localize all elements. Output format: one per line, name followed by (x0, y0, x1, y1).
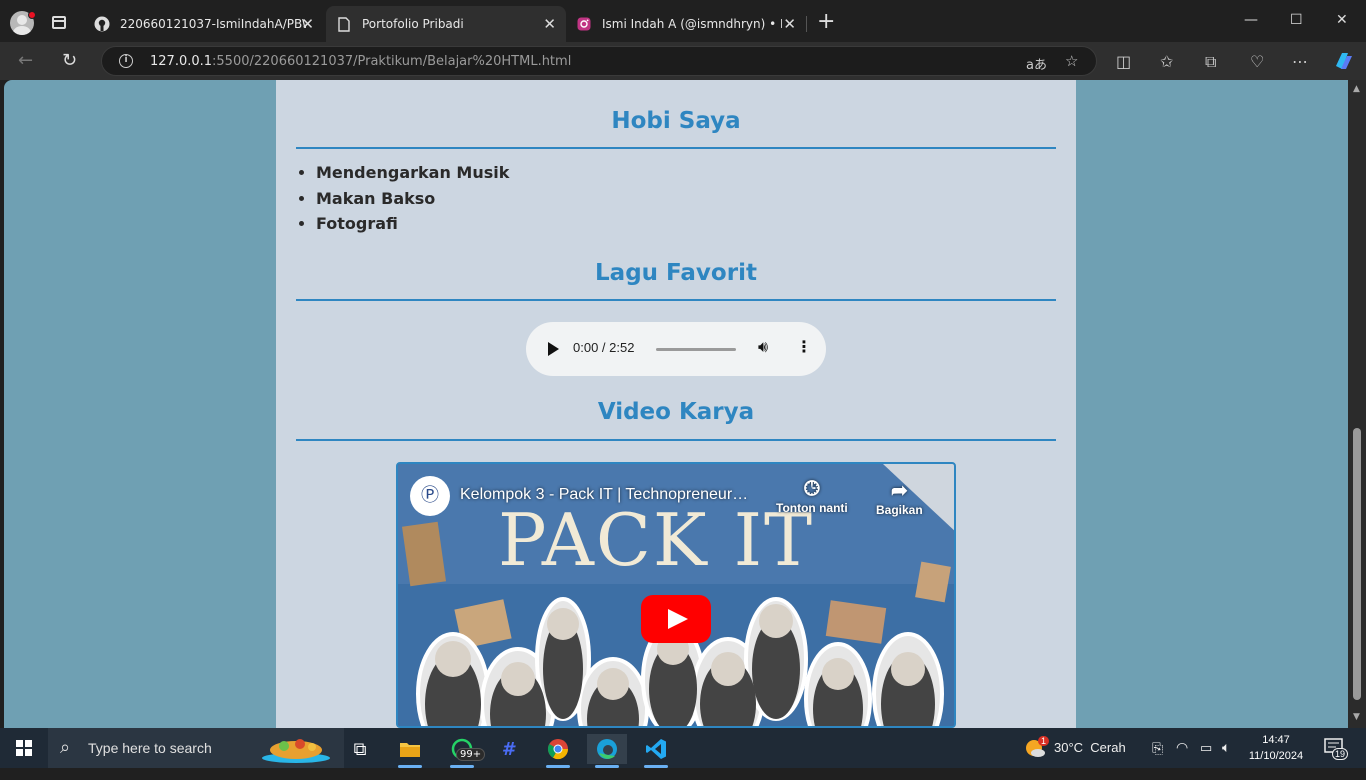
more-options-icon[interactable]: ⋮ (796, 337, 812, 356)
maximize-icon[interactable]: ☐ (1290, 12, 1303, 28)
split-screen-icon[interactable]: ◫ (1116, 52, 1131, 71)
file-explorer-icon[interactable] (390, 734, 430, 768)
list-item: Fotografi (316, 211, 509, 237)
hobby-heading: Hobi Saya (611, 108, 741, 134)
audio-player[interactable]: 0:00 / 2:52 🔊︎ ⋮ (526, 322, 826, 376)
weather-text: 30°C Cerah (1054, 740, 1126, 755)
settings-more-icon[interactable]: ⋯ (1292, 52, 1308, 71)
vertical-scrollbar[interactable]: ▲ ▼ (1348, 80, 1366, 728)
collections-icon[interactable]: ⧉ (1205, 52, 1216, 72)
list-item: Makan Bakso (316, 186, 509, 212)
site-info-icon[interactable]: i (119, 54, 133, 68)
audio-seek-bar[interactable] (656, 348, 736, 351)
scrollbar-thumb[interactable] (1353, 428, 1361, 700)
whatsapp-icon[interactable]: 99+ (442, 734, 486, 768)
volume-icon[interactable]: 🔊︎ (758, 337, 768, 357)
edge-icon[interactable] (587, 734, 627, 768)
youtube-embed[interactable]: PACK IT Ⓟ Kelompok 3 - Pack IT | Technop… (396, 462, 956, 728)
share-button[interactable]: ➦ Bagikan (876, 478, 923, 517)
vscode-icon[interactable] (636, 734, 676, 768)
new-tab-button[interactable]: + (817, 11, 835, 33)
meet-now-icon[interactable]: ⎘ (1152, 740, 1163, 780)
close-icon[interactable]: ✕ (301, 15, 314, 33)
clock-icon: 🕒︎ (803, 478, 820, 500)
page-icon (336, 16, 352, 32)
chrome-icon[interactable] (538, 734, 578, 768)
volume-tray-icon[interactable]: 🔈︎ (1222, 739, 1230, 779)
search-icon: ⌕ (60, 737, 71, 758)
scroll-down-icon[interactable]: ▼ (1353, 712, 1360, 722)
video-title[interactable]: Kelompok 3 - Pack IT | Technopreneur… (460, 486, 748, 504)
tab-portofolio[interactable]: Portofolio Pribadi ✕ (326, 6, 566, 42)
tab-instagram[interactable]: Ismi Indah A (@ismndhryn) • Insta ✕ (566, 6, 806, 42)
close-icon[interactable]: ✕ (783, 15, 796, 33)
github-icon (94, 16, 110, 32)
play-icon[interactable] (548, 342, 559, 356)
back-icon[interactable]: ← (18, 50, 33, 71)
windows-taskbar: ⌕ Type here to search ⧉ 99+ # 1 30°C Cer… (0, 728, 1366, 768)
app-hash-icon[interactable]: # (488, 734, 528, 764)
refresh-icon[interactable]: ↻ (62, 50, 77, 71)
tab-title: 220660121037-IsmiIndahA/PBW-I (120, 17, 306, 31)
instagram-icon (576, 16, 592, 32)
channel-avatar[interactable]: Ⓟ (410, 476, 450, 516)
list-item: Mendengarkan Musik (316, 160, 509, 186)
url-text[interactable]: 127.0.0.1:5500/220660121037/Praktikum/Be… (150, 54, 571, 69)
browser-essentials-icon[interactable]: ♡ (1250, 52, 1264, 71)
address-bar[interactable]: i 127.0.0.1:5500/220660121037/Praktikum/… (101, 46, 1097, 76)
music-divider (296, 299, 1056, 301)
video-heading: Video Karya (597, 399, 755, 425)
minimize-icon[interactable]: — (1244, 12, 1258, 28)
page-viewport: Hobi Saya Mendengarkan Musik Makan Bakso… (4, 80, 1348, 728)
weather-badge: 1 (1038, 736, 1050, 746)
browser-titlebar: 220660121037-IsmiIndahA/PBW-I ✕ Portofol… (0, 0, 1366, 42)
favorites-icon[interactable]: ✩ (1160, 52, 1173, 71)
task-view-icon[interactable]: ⧉ (340, 734, 380, 764)
video-divider (296, 439, 1056, 441)
system-clock[interactable]: 14:47 11/10/2024 (1244, 732, 1308, 764)
whatsapp-badge: 99+ (456, 748, 486, 761)
tab-actions-icon[interactable] (52, 16, 66, 29)
battery-icon[interactable]: ▭ (1200, 740, 1212, 780)
content-container: Hobi Saya Mendengarkan Musik Makan Bakso… (276, 80, 1076, 728)
windows-start-icon[interactable] (16, 740, 32, 756)
hobby-divider (296, 147, 1056, 149)
notification-badge: 19 (1332, 748, 1349, 760)
music-heading: Lagu Favorit (595, 260, 757, 286)
notification-center-icon[interactable]: 19 (1324, 738, 1349, 778)
browser-toolbar: ← ↻ i 127.0.0.1:5500/220660121037/Prakti… (0, 42, 1366, 80)
close-icon[interactable]: ✕ (543, 15, 556, 33)
taskbar-search[interactable]: ⌕ Type here to search (48, 728, 344, 768)
audio-time: 0:00 / 2:52 (573, 340, 635, 355)
scroll-up-icon[interactable]: ▲ (1353, 84, 1360, 94)
tab-separator (806, 16, 807, 32)
watch-later-button[interactable]: 🕒︎ Tonton nanti (776, 478, 848, 515)
profile-status-dot (28, 11, 36, 19)
video-poster-text: PACK IT (498, 498, 815, 582)
tab-title: Ismi Indah A (@ismndhryn) • Insta (602, 17, 782, 31)
copilot-icon[interactable] (1332, 50, 1354, 76)
share-icon: ➦ (890, 480, 908, 502)
tab-title: Portofolio Pribadi (362, 17, 464, 31)
tab-github[interactable]: 220660121037-IsmiIndahA/PBW-I ✕ (84, 6, 324, 42)
search-highlight-icon (262, 739, 330, 763)
hobby-list: Mendengarkan Musik Makan Bakso Fotografi (316, 160, 509, 237)
wifi-icon[interactable]: ◠ (1176, 739, 1188, 779)
youtube-play-button[interactable] (641, 595, 711, 643)
read-aloud-icon[interactable]: aあ (1026, 54, 1047, 73)
search-placeholder: Type here to search (88, 740, 212, 756)
window-close-icon[interactable]: ✕ (1336, 12, 1348, 28)
favorite-star-icon[interactable]: ☆ (1065, 52, 1078, 70)
